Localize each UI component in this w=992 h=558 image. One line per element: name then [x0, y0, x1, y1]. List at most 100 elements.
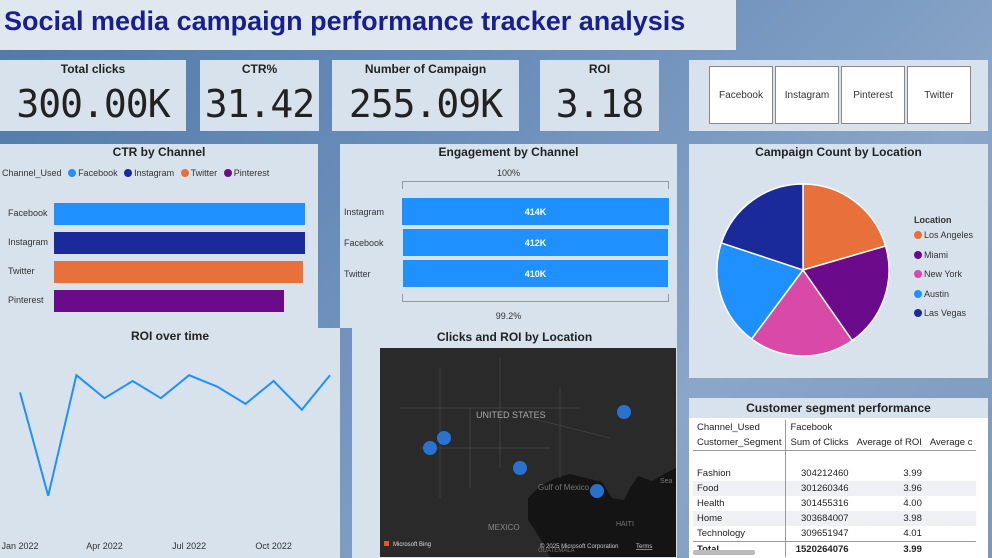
legend-swatch	[180, 169, 189, 177]
legend-label: New York	[924, 269, 963, 279]
bar-twitter[interactable]: 410K	[403, 260, 668, 287]
header-cell: Facebook	[785, 420, 853, 435]
segment-cell: Fashion	[697, 468, 731, 479]
legend-item[interactable]: Twitter	[191, 168, 218, 178]
horizontal-scrollbar[interactable]	[693, 550, 755, 555]
map-provider: Microsoft Bing	[393, 542, 431, 548]
legend-swatch	[914, 250, 922, 259]
category-label: Twitter	[8, 266, 35, 276]
map-label-haiti: HAITI	[616, 521, 634, 528]
header-cell: Channel_Used	[697, 422, 760, 433]
chart-title: Clicks and ROI by Location	[436, 330, 593, 344]
map-bubble-austin	[513, 461, 527, 475]
slicer-instagram[interactable]: Instagram	[775, 66, 839, 124]
legend-label: Las Vegas	[924, 308, 967, 318]
map-label-gulf: Gulf of Mexico	[538, 483, 590, 492]
map-terms-link[interactable]: Terms	[636, 544, 652, 550]
kpi-label: ROI	[588, 62, 611, 76]
legend-swatch	[914, 231, 922, 239]
table-header-row: Customer_Segment Sum of Clicks Average o…	[693, 435, 977, 451]
header-cell[interactable]: Average of ROI	[853, 435, 926, 451]
campaign-count-by-location-chart: Campaign Count by Location Location Los …	[689, 144, 988, 378]
roi-cell: 4.00	[903, 498, 922, 509]
kpi-number-of-campaign: Number of Campaign 255.09K	[332, 60, 519, 131]
map-bubble-miami	[590, 484, 604, 498]
map-bubble-los-angeles	[423, 441, 437, 455]
funnel-top-bracket	[402, 181, 669, 189]
bar-twitter[interactable]	[54, 261, 303, 283]
roi-cell: 3.98	[903, 513, 922, 524]
category-label: Instagram	[8, 237, 49, 247]
legend-title: Channel_Used	[2, 168, 62, 178]
clicks-cell: 304212460	[785, 466, 853, 481]
legend-item[interactable]: Austin	[914, 289, 988, 309]
kpi-value: 300.00K	[16, 82, 170, 126]
legend-item[interactable]: Facebook	[78, 168, 118, 178]
roi-cell: 3.99	[903, 468, 922, 479]
slicer-pinterest[interactable]: Pinterest	[841, 66, 905, 124]
legend-item[interactable]: Los Angeles	[914, 230, 988, 250]
engagement-by-channel-chart: Engagement by Channel 100% Instagram 414K…	[340, 144, 677, 328]
legend-item[interactable]: New York	[914, 269, 988, 289]
legend-swatch	[223, 169, 232, 177]
kpi-total-clicks: Total clicks 300.00K	[0, 60, 186, 131]
table-row: Technology 309651947 4.01	[693, 526, 976, 542]
kpi-value: 255.09K	[348, 82, 503, 126]
clicks-cell: 301260346	[785, 481, 853, 496]
legend-item[interactable]: Las Vegas	[914, 308, 988, 328]
legend-swatch	[124, 169, 133, 177]
roi-cell: 3.99	[903, 544, 922, 555]
ctr-by-channel-chart: CTR by Channel Channel_Used Facebook Ins…	[0, 144, 318, 328]
x-tick-label: Jan 2022	[1, 541, 38, 551]
category-label: Instagram	[344, 207, 385, 217]
customer-segment-table: Customer segment performance Channel_Use…	[689, 398, 988, 558]
legend-swatch	[914, 309, 922, 317]
segment-cell: Health	[697, 498, 725, 509]
category-label: Facebook	[8, 208, 48, 218]
bar-facebook[interactable]	[54, 203, 305, 225]
header-cell[interactable]: Average c	[926, 435, 977, 451]
kpi-label: CTR%	[241, 62, 278, 76]
slicer-twitter[interactable]: Twitter	[907, 66, 971, 124]
x-tick-label: Jul 2022	[172, 541, 206, 551]
kpi-label: Number of Campaign	[364, 62, 487, 76]
kpi-ctr: CTR% 31.42	[200, 60, 319, 131]
segment-matrix: Channel_Used Facebook Customer_Segment S…	[693, 420, 977, 557]
funnel-bottom-label: 99.2%	[495, 311, 522, 321]
roi-line-chart: Jan 2022 Apr 2022 Jul 2022 Oct 2022	[1, 373, 331, 551]
legend-label: Los Angeles	[924, 230, 974, 240]
page-title: Social media campaign performance tracke…	[4, 6, 686, 36]
header-cell[interactable]: Customer_Segment	[693, 435, 786, 451]
bar-facebook[interactable]: 412K	[402, 229, 669, 256]
clicks-roi-map: Clicks and ROI by Location UNITED STATES…	[352, 328, 677, 558]
clicks-cell: 303684007	[785, 511, 853, 526]
legend-swatch	[68, 169, 77, 177]
kpi-value: 31.42	[204, 82, 315, 126]
chart-legend: Channel_Used Facebook Instagram Twitter …	[2, 168, 269, 178]
roi-cell: 3.96	[903, 483, 922, 494]
segment-cell: Food	[697, 483, 719, 494]
table-header-row: Channel_Used Facebook	[693, 420, 976, 435]
legend-swatch	[914, 289, 922, 298]
clicks-cell: 301455316	[785, 496, 853, 511]
slicer-facebook[interactable]: Facebook	[709, 66, 773, 124]
roi-series-line[interactable]	[19, 373, 331, 497]
bar-instagram[interactable]	[54, 232, 305, 254]
table-row: Home 303684007 3.98	[693, 511, 977, 526]
clicks-cell: 1520264076	[785, 541, 853, 557]
legend-item[interactable]: Miami	[914, 250, 988, 270]
map-bubble-new-york	[617, 405, 631, 419]
legend-item[interactable]: Instagram	[134, 168, 174, 178]
legend-swatch	[914, 270, 922, 278]
map-label-sea: Sea	[660, 478, 673, 485]
legend-label: Miami	[924, 249, 948, 260]
x-tick-label: Oct 2022	[255, 541, 292, 551]
map-canvas[interactable]: UNITED STATES Gulf of Mexico MEXICO Sea …	[380, 348, 676, 557]
bing-logo-icon	[384, 541, 389, 546]
category-label: Pinterest	[8, 295, 44, 305]
legend-item[interactable]: Pinterest	[234, 168, 270, 178]
bar-pinterest[interactable]	[54, 290, 284, 312]
bar-instagram[interactable]: 414K	[402, 198, 669, 225]
title-banner: Social media campaign performance tracke…	[0, 0, 736, 50]
header-cell[interactable]: Sum of Clicks	[785, 435, 853, 451]
